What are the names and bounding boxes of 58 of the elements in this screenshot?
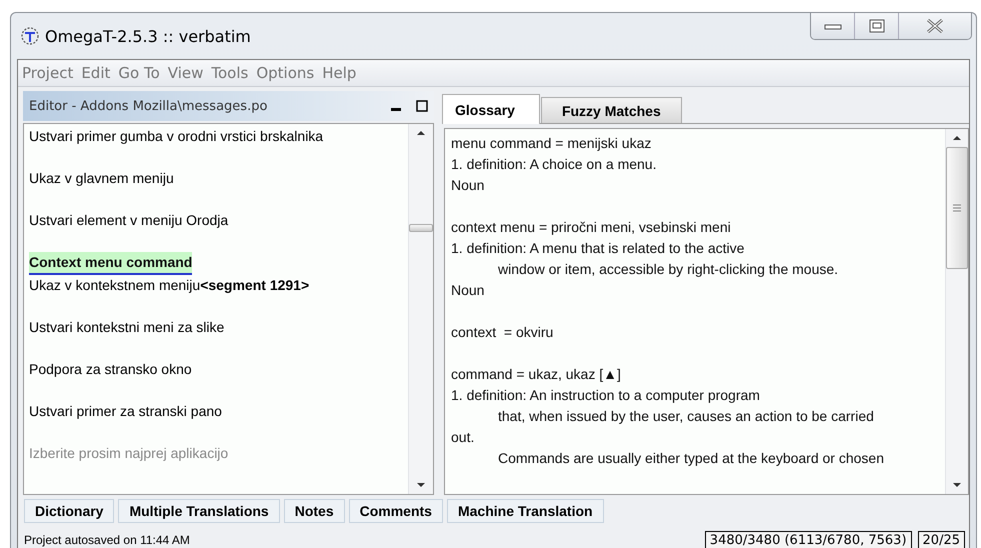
maximize-icon[interactable] <box>416 100 428 112</box>
glossary-line: 1. definition: A menu that is related to the active <box>451 239 746 258</box>
tab[interactable]: Fuzzy Matches <box>540 97 682 123</box>
glossary-line: Noun <box>451 176 486 195</box>
scroll-thumb[interactable] <box>946 147 968 269</box>
editor-title: Editor - Addons Mozilla\messages.po <box>29 98 268 114</box>
status-message: Project autosaved on 11:44 AM <box>24 533 191 547</box>
menu-item[interactable]: Project <box>22 64 74 82</box>
scroll-down-icon[interactable] <box>416 482 426 488</box>
segment-text: Podpora za stransko okno <box>29 360 193 379</box>
pane-tab[interactable]: Machine Translation <box>446 499 604 523</box>
glossary-line: out. <box>451 428 476 447</box>
glossary-line: command = ukaz, ukaz [▲] <box>451 365 622 384</box>
translation-field[interactable]: Ukaz v kontekstnem meniju<segment 1291> <box>29 275 403 296</box>
pane-tab[interactable]: Dictionary <box>24 499 114 523</box>
menu-item[interactable]: Go To <box>118 64 160 82</box>
glossary-line: context menu = priročni meni, vsebinski meni <box>451 218 732 237</box>
segment-counter: 20/25 <box>918 530 965 548</box>
maximize-button[interactable] <box>855 13 899 39</box>
segment-text: Ustvari kontekstni meni za slike <box>29 318 226 337</box>
maximize-icon <box>868 19 884 33</box>
glossary-line: that, when issued by the user, causes an action to be carried <box>497 407 875 426</box>
menu-item[interactable]: Options <box>256 64 314 82</box>
scroll-down-icon[interactable] <box>952 482 962 488</box>
menu-item[interactable]: View <box>168 64 204 82</box>
segment-text: Ukaz v glavnem meniju <box>29 169 175 188</box>
scrollbar[interactable] <box>945 129 968 494</box>
minimize-icon <box>824 22 842 30</box>
glossary-line: Noun <box>451 281 486 300</box>
glossary-line: 1. definition: An instruction to a computer program <box>451 386 761 405</box>
segment-text: Ustvari primer gumba v orodni vrstici brskalnika <box>29 127 324 146</box>
menu-item[interactable]: Help <box>322 64 356 82</box>
menu-item[interactable]: Edit <box>81 64 110 82</box>
tab[interactable]: Glossary <box>442 94 540 124</box>
source-segment: Context menu command <box>29 252 192 275</box>
scrollbar[interactable] <box>408 124 433 494</box>
close-button[interactable] <box>899 13 971 39</box>
minimize-button[interactable] <box>811 13 855 39</box>
window-title: OmegaT-2.5.3 :: verbatim <box>45 26 251 46</box>
segment-text: Izberite prosim najprej aplikacijo <box>29 444 230 463</box>
menu-item[interactable]: Tools <box>211 64 248 82</box>
glossary-line: context = okviru <box>451 323 554 342</box>
glossary-line: menu command = menijski ukaz <box>451 134 652 153</box>
pane-tab[interactable]: Comments <box>348 499 443 523</box>
progress-counter: 3480/3480 (6113/6780, 7563) <box>704 530 912 548</box>
scroll-thumb[interactable] <box>409 224 433 232</box>
grip-icon <box>952 203 962 213</box>
app-logo-icon <box>21 27 39 45</box>
glossary-line: window or item, accessible by right-clicking the mouse. <box>497 260 840 279</box>
close-icon <box>926 19 944 33</box>
glossary-line: 1. definition: A choice on a menu. <box>451 155 658 174</box>
pane-tab[interactable]: Notes <box>284 499 345 523</box>
glossary-line: Commands are usually either typed at the keyboard or chosen <box>497 449 885 468</box>
pane-tab[interactable]: Multiple Translations <box>118 499 280 523</box>
scroll-up-icon[interactable] <box>416 130 426 136</box>
segment-text: Ustvari primer za stranski pano <box>29 402 223 421</box>
scroll-up-icon[interactable] <box>952 135 962 141</box>
segment-text: Ustvari element v meniju Orodja <box>29 211 230 230</box>
